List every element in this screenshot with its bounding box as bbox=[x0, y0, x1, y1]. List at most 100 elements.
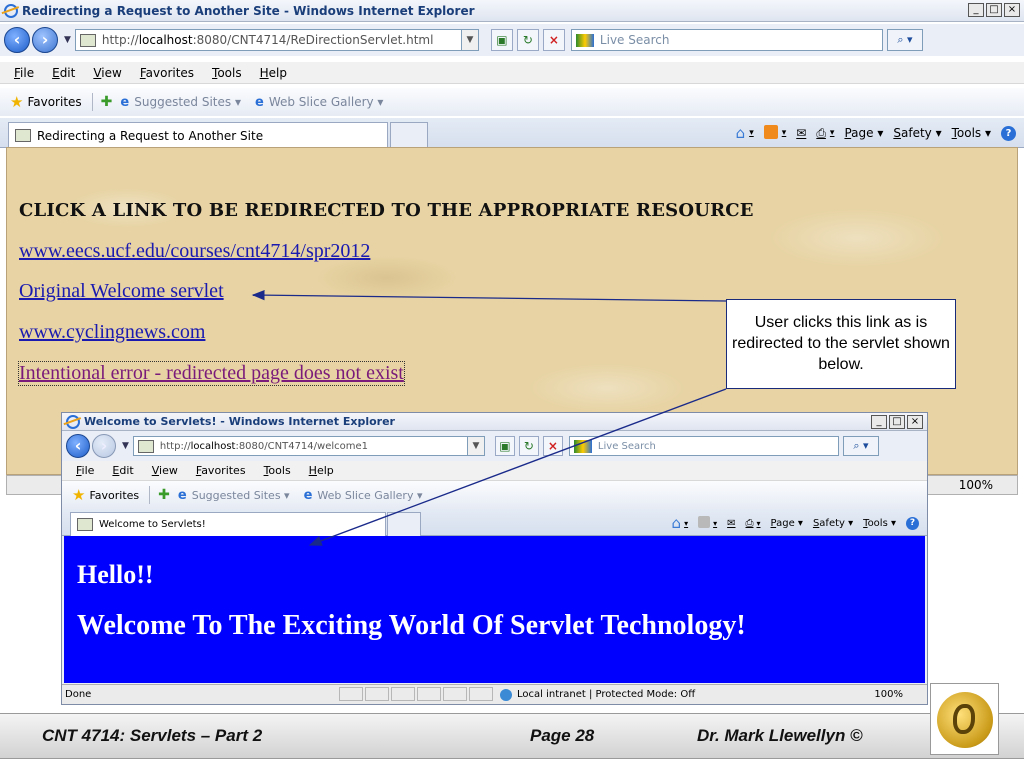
menu-view[interactable]: View bbox=[93, 66, 121, 80]
safety-menu[interactable]: Safety ▾ bbox=[893, 126, 941, 140]
pegasus-logo-icon bbox=[937, 692, 993, 748]
footer-author: Dr. Mark Llewellyn © bbox=[697, 726, 863, 745]
inner-safety-menu[interactable]: Safety ▾ bbox=[813, 518, 853, 529]
outer-menu-bar: File Edit View Favorites Tools Help bbox=[0, 62, 1024, 84]
inner-forward-button[interactable]: › bbox=[92, 434, 116, 458]
inner-stop-icon[interactable]: × bbox=[542, 436, 563, 456]
page-menu[interactable]: Page ▾ bbox=[844, 126, 883, 140]
favorites-separator bbox=[149, 486, 151, 504]
welcome-text: Welcome To The Exciting World Of Servlet… bbox=[77, 610, 746, 641]
inner-tools-menu[interactable]: Tools ▾ bbox=[863, 518, 896, 529]
inner-web-slice-gallery-button[interactable]: Web Slice Gallery ▾ bbox=[317, 489, 422, 502]
suggested-sites-button[interactable]: Suggested Sites ▾ bbox=[134, 95, 241, 109]
menu-edit[interactable]: Edit bbox=[52, 66, 75, 80]
inner-compatibility-view-icon[interactable]: ▣ bbox=[494, 436, 515, 456]
inner-new-tab-button[interactable] bbox=[387, 512, 421, 536]
link-eecs-course[interactable]: www.eecs.ucf.edu/courses/cnt4714/spr2012 bbox=[19, 240, 370, 263]
favorites-button[interactable]: Favorites bbox=[27, 95, 81, 109]
feeds-icon[interactable] bbox=[698, 515, 711, 528]
inner-url-input[interactable]: http://localhost:8080/CNT4714/welcome1 ▼ bbox=[132, 436, 485, 456]
menu-tools[interactable]: Tools bbox=[212, 66, 242, 80]
footer-course: CNT 4714: Servlets – Part 2 bbox=[42, 726, 263, 745]
forward-button[interactable]: › bbox=[32, 27, 58, 53]
link-intentional-error[interactable]: Intentional error - redirected page does… bbox=[18, 361, 405, 386]
footer-page-number: Page 28 bbox=[530, 726, 595, 745]
inner-menu-bar: File Edit View Favorites Tools Help bbox=[62, 461, 927, 481]
menu-file[interactable]: File bbox=[14, 66, 34, 80]
tab-page-icon bbox=[77, 518, 93, 531]
add-favorite-icon[interactable]: ✚ bbox=[158, 487, 170, 503]
inner-browser-window: Welcome to Servlets! - Windows Internet … bbox=[61, 412, 928, 705]
status-panes bbox=[339, 687, 495, 701]
outer-window-title: Redirecting a Request to Another Site - … bbox=[22, 3, 475, 18]
outer-zoom-level[interactable]: 100% bbox=[959, 478, 993, 492]
feeds-icon[interactable] bbox=[763, 124, 778, 139]
inner-favorites-bar: ★ Favorites ✚ e Suggested Sites ▾ e Web … bbox=[62, 481, 927, 509]
menu-help[interactable]: Help bbox=[260, 66, 287, 80]
web-slice-gallery-button[interactable]: Web Slice Gallery ▾ bbox=[269, 95, 384, 109]
suggested-sites-icon: e bbox=[120, 94, 130, 110]
tools-menu[interactable]: Tools ▾ bbox=[952, 126, 991, 140]
compatibility-view-icon[interactable]: ▣ bbox=[490, 29, 513, 51]
menu-favorites[interactable]: Favorites bbox=[140, 66, 194, 80]
home-icon[interactable]: ⌂ bbox=[736, 124, 746, 142]
web-slice-icon: e bbox=[254, 94, 264, 110]
inner-refresh-icon[interactable]: ↻ bbox=[518, 436, 539, 456]
inner-back-button[interactable]: ‹ bbox=[66, 434, 90, 458]
inner-minimize-button[interactable]: _ bbox=[871, 415, 887, 429]
inner-status-bar: Done Local intranet | Protected Mode: Of… bbox=[62, 684, 927, 704]
ie-logo-icon bbox=[66, 414, 80, 429]
inner-menu-tools[interactable]: Tools bbox=[264, 464, 291, 477]
inner-url-dropdown-icon[interactable]: ▼ bbox=[466, 436, 485, 456]
inner-menu-help[interactable]: Help bbox=[309, 464, 334, 477]
url-dropdown-icon[interactable]: ▼ bbox=[460, 29, 479, 51]
help-icon[interactable]: ? bbox=[1001, 126, 1016, 141]
link-original-welcome-servlet[interactable]: Original Welcome servlet bbox=[19, 280, 224, 303]
refresh-icon[interactable]: ↻ bbox=[516, 29, 539, 51]
maximize-button[interactable]: □ bbox=[986, 3, 1002, 17]
history-dropdown-icon[interactable]: ▼ bbox=[64, 35, 71, 45]
security-zone[interactable]: Local intranet | Protected Mode: Off bbox=[500, 688, 695, 701]
inner-search-input[interactable]: Live Search bbox=[568, 436, 839, 456]
callout-box: User clicks this link as is redirected t… bbox=[726, 299, 956, 389]
live-search-icon bbox=[575, 33, 594, 47]
page-icon bbox=[79, 33, 96, 47]
page-heading: CLICK A LINK TO BE REDIRECTED TO THE APP… bbox=[19, 200, 754, 221]
inner-menu-edit[interactable]: Edit bbox=[112, 464, 133, 477]
inner-search-go-button[interactable]: ⌕ ▾ bbox=[842, 436, 879, 456]
close-button[interactable]: × bbox=[1004, 3, 1020, 17]
outer-url-input[interactable]: http://localhost:8080/CNT4714/ReDirectio… bbox=[74, 29, 479, 51]
link-cyclingnews[interactable]: www.cyclingnews.com bbox=[19, 321, 205, 344]
new-tab-button[interactable] bbox=[390, 122, 428, 148]
minimize-button[interactable]: _ bbox=[968, 3, 984, 17]
status-done: Done bbox=[65, 689, 92, 700]
web-slice-icon: e bbox=[303, 487, 313, 503]
inner-history-dropdown-icon[interactable]: ▼ bbox=[122, 441, 129, 451]
home-icon[interactable]: ⌂ bbox=[672, 514, 682, 532]
add-favorite-icon[interactable]: ✚ bbox=[101, 94, 113, 110]
print-icon[interactable]: ⎙ bbox=[816, 126, 826, 141]
back-button[interactable]: ‹ bbox=[4, 27, 30, 53]
search-go-button[interactable]: ⌕ ▾ bbox=[886, 29, 923, 51]
inner-menu-view[interactable]: View bbox=[152, 464, 178, 477]
inner-page-content: Hello!! Welcome To The Exciting World Of… bbox=[64, 536, 925, 683]
slide-footer: CNT 4714: Servlets – Part 2 Page 28 Dr. … bbox=[0, 713, 1024, 759]
print-icon[interactable]: ⎙ bbox=[746, 518, 754, 529]
read-mail-icon[interactable]: ✉ bbox=[796, 126, 806, 140]
inner-suggested-sites-button[interactable]: Suggested Sites ▾ bbox=[192, 489, 290, 502]
inner-zoom-level[interactable]: 100% bbox=[874, 689, 903, 700]
inner-menu-file[interactable]: File bbox=[76, 464, 94, 477]
inner-menu-favorites[interactable]: Favorites bbox=[196, 464, 246, 477]
help-icon[interactable]: ? bbox=[906, 516, 919, 530]
inner-close-button[interactable]: × bbox=[907, 415, 923, 429]
inner-active-tab[interactable]: Welcome to Servlets! bbox=[70, 512, 386, 536]
inner-favorites-button[interactable]: Favorites bbox=[89, 489, 139, 502]
inner-page-menu[interactable]: Page ▾ bbox=[771, 518, 803, 529]
read-mail-icon[interactable]: ✉ bbox=[727, 518, 735, 529]
ucf-logo bbox=[930, 683, 999, 755]
inner-command-bar: ⌂ ▾ ▾ ✉ ⎙ ▾ Page ▾ Safety ▾ Tools ▾ ? bbox=[672, 514, 919, 532]
inner-maximize-button[interactable]: □ bbox=[889, 415, 905, 429]
outer-active-tab[interactable]: Redirecting a Request to Another Site bbox=[8, 122, 388, 148]
outer-search-input[interactable]: Live Search bbox=[570, 29, 883, 51]
stop-icon[interactable]: × bbox=[542, 29, 565, 51]
